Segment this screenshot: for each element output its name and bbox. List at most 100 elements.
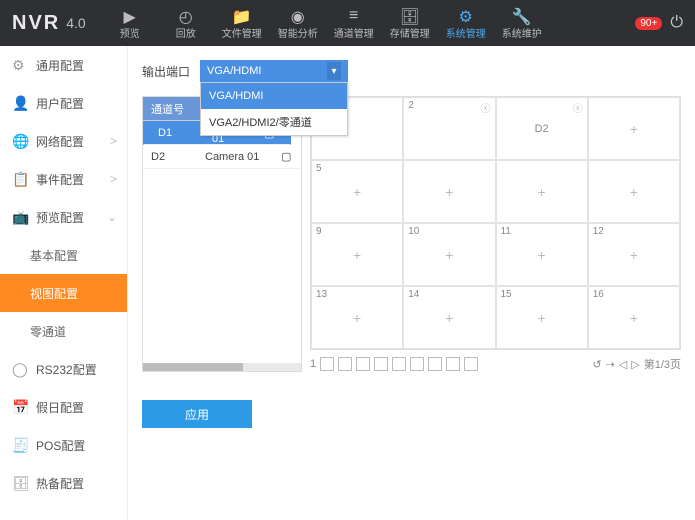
chevron-icon: ⌄ [107, 210, 117, 224]
pager-label: 第1/3页 [644, 356, 681, 372]
layout-25-icon[interactable] [428, 357, 442, 371]
layout-9-icon[interactable] [392, 357, 406, 371]
auto-icon[interactable]: ↺ [592, 358, 601, 371]
topnav-3[interactable]: ◉智能分析 [276, 7, 320, 40]
cell-add-icon: + [630, 184, 638, 200]
grid-cell-14[interactable]: 14+ [403, 286, 495, 349]
grid-cell-3[interactable]: ⓧ D2 [496, 97, 588, 160]
topnav-5[interactable]: 🗄存储管理 [388, 7, 432, 40]
next-page-icon[interactable]: ▷ [631, 358, 639, 371]
grid-cell-6[interactable]: + [403, 160, 495, 223]
cell-close-icon[interactable]: ⓧ [573, 100, 583, 115]
ch-check[interactable]: ▢ [281, 150, 301, 163]
layout-4-icon[interactable] [338, 357, 352, 371]
sidebar-icon: 📅 [12, 399, 28, 416]
sidebar-item-6[interactable]: 视图配置 [0, 274, 127, 312]
layout-36-icon[interactable] [464, 357, 478, 371]
sidebar-label: 基本配置 [30, 247, 78, 264]
grid-cell-4[interactable]: + [588, 97, 680, 160]
link-icon[interactable]: ⇢ [606, 358, 615, 371]
grid-cell-7[interactable]: + [496, 160, 588, 223]
output-row: 输出端口 VGA/HDMI ▾ VGA/HDMI VGA2/HDMI2/零通道 [142, 60, 681, 82]
layout-1-icon[interactable] [320, 357, 334, 371]
sidebar-label: 热备配置 [36, 475, 84, 492]
sidebar-icon: ⚙ [12, 57, 28, 74]
cell-text: D2 [535, 123, 549, 135]
cell-add-icon: + [630, 247, 638, 263]
grid-cell-11[interactable]: 11+ [496, 223, 588, 286]
sidebar-item-0[interactable]: ⚙通用配置 [0, 46, 127, 84]
grid-cell-15[interactable]: 15+ [496, 286, 588, 349]
power-icon[interactable]: ⏻ [670, 14, 683, 32]
chevron-icon: > [110, 172, 117, 186]
output-label: 输出端口 [142, 63, 190, 80]
sidebar-label: 用户配置 [36, 95, 84, 112]
topnav-2[interactable]: 📁文件管理 [220, 7, 264, 40]
topnav-icon: ◴ [179, 7, 193, 25]
channel-list: 通道号 ▢ D1Camera 01▢D2Camera 01▢ [142, 96, 302, 372]
cell-number: 15 [501, 289, 512, 300]
channel-body: D1Camera 01▢D2Camera 01▢ [143, 121, 301, 363]
sidebar-item-5[interactable]: 基本配置 [0, 236, 127, 274]
topnav-6[interactable]: ⚙系统管理 [444, 7, 488, 40]
sidebar-icon: 🧾 [12, 437, 28, 454]
dropdown-option[interactable]: VGA/HDMI [201, 83, 347, 109]
channel-hscroll[interactable] [143, 363, 301, 371]
grid-cell-13[interactable]: 13+ [311, 286, 403, 349]
cell-add-icon: + [353, 184, 361, 200]
prev-page-icon[interactable]: ◁ [619, 358, 627, 371]
sidebar: ⚙通用配置👤用户配置🌐网络配置>📋事件配置>📺预览配置⌄ 基本配置视图配置零通道◯… [0, 46, 128, 520]
topnav-0[interactable]: ▶预览 [108, 7, 152, 40]
layout-toolbar: 1 ↺ ⇢ ◁ ▷ 第1/3页 [310, 356, 681, 372]
ch-id: D2 [143, 151, 201, 163]
grid-cell-9[interactable]: 9+ [311, 223, 403, 286]
dropdown-caret-icon: ▾ [327, 62, 341, 80]
topnav-icon: 📁 [232, 7, 252, 25]
grid-cell-16[interactable]: 16+ [588, 286, 680, 349]
sidebar-label: 视图配置 [30, 285, 78, 302]
topnav-label: 系统管理 [446, 25, 486, 40]
output-select[interactable]: VGA/HDMI ▾ [200, 60, 348, 82]
grid-cell-12[interactable]: 12 + [588, 223, 680, 286]
topnav-1[interactable]: ◴回放 [164, 7, 208, 40]
topnav-icon: 🗄 [400, 7, 420, 25]
topnav-4[interactable]: ≡通道管理 [332, 7, 376, 40]
sidebar-item-3[interactable]: 📋事件配置> [0, 160, 127, 198]
layout-6-icon[interactable] [356, 357, 370, 371]
cell-add-icon: + [445, 247, 453, 263]
sidebar-item-7[interactable]: 零通道 [0, 312, 127, 350]
grid-cell-10[interactable]: 10+ [403, 223, 495, 286]
grid-cell-2[interactable]: 2ⓧ [403, 97, 495, 160]
top-nav: ▶预览 ◴回放 📁文件管理 ◉智能分析 ≡通道管理 🗄存储管理 ⚙系统管理 🔧系统维护 [108, 7, 636, 40]
cell-close-icon[interactable]: ⓧ [481, 100, 491, 115]
cell-number: 11 [501, 226, 511, 237]
top-bar: NVR 4.0 ▶预览◴回放📁文件管理◉智能分析≡通道管理🗄存储管理⚙系统管理🔧… [0, 0, 695, 46]
topnav-icon: ▶ [124, 7, 136, 25]
sidebar-item-2[interactable]: 🌐网络配置> [0, 122, 127, 160]
layout-8-icon[interactable] [374, 357, 388, 371]
sidebar-item-8[interactable]: ◯RS232配置 [0, 350, 127, 388]
grid-cell-8[interactable]: + [588, 160, 680, 223]
cell-number: 2 [408, 100, 414, 111]
topnav-label: 回放 [176, 25, 196, 40]
sidebar-item-9[interactable]: 📅假日配置 [0, 388, 127, 426]
cell-add-icon: + [445, 184, 453, 200]
cell-number: 12 [593, 226, 604, 237]
topnav-label: 智能分析 [278, 25, 318, 40]
sidebar-label: 网络配置 [36, 133, 84, 150]
channel-row[interactable]: D2Camera 01▢ [143, 145, 301, 169]
index-label: 1 [310, 358, 316, 370]
layout-32-icon[interactable] [446, 357, 460, 371]
sidebar-item-10[interactable]: 🧾POS配置 [0, 426, 127, 464]
grid-cell-5[interactable]: 5+ [311, 160, 403, 223]
sidebar-item-4[interactable]: 📺预览配置⌄ [0, 198, 127, 236]
sidebar-item-1[interactable]: 👤用户配置 [0, 84, 127, 122]
apply-button[interactable]: 应用 [142, 400, 252, 428]
topnav-7[interactable]: 🔧系统维护 [500, 7, 544, 40]
cell-number: 13 [316, 289, 327, 300]
alert-badge[interactable]: 90+ [635, 17, 662, 30]
dropdown-option[interactable]: VGA2/HDMI2/零通道 [201, 109, 347, 135]
layout-16-icon[interactable] [410, 357, 424, 371]
sidebar-item-11[interactable]: 🗄热备配置 [0, 464, 127, 502]
topnav-label: 存储管理 [390, 25, 430, 40]
